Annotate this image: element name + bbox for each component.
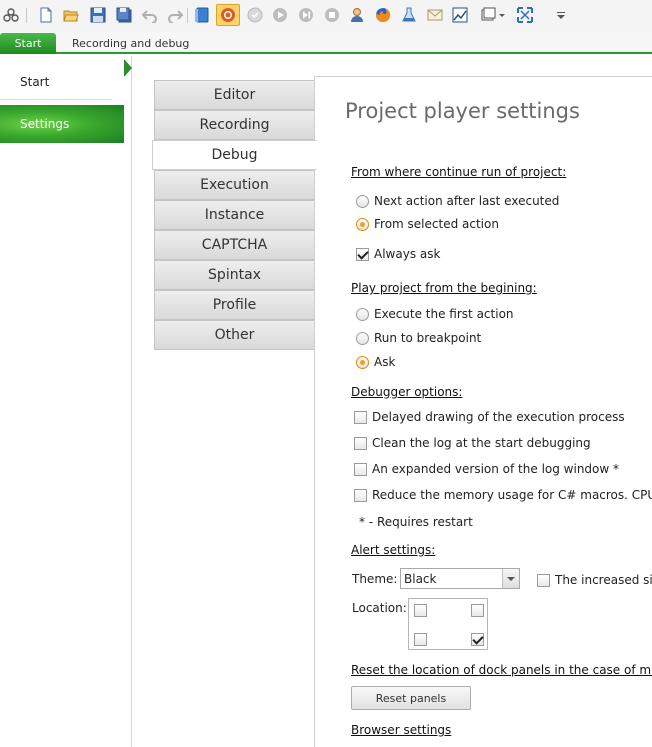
checkbox-label: Delayed drawing of the execution process <box>372 410 625 424</box>
save-icon[interactable] <box>89 6 107 24</box>
left-navigation: Start Settings <box>0 56 132 747</box>
radio-button[interactable] <box>356 217 369 231</box>
theme-label: Theme: <box>352 572 398 586</box>
checkbox-expanded-log[interactable]: An expanded version of the log window * <box>354 461 619 477</box>
checkbox-delayed-drawing[interactable]: Delayed drawing of the execution process <box>354 409 625 425</box>
window-layout-icon[interactable] <box>480 6 506 24</box>
category-captcha[interactable]: CAPTCHA <box>154 230 315 260</box>
section-browser-heading: Browser settings <box>351 723 452 737</box>
checkbox-clean-log[interactable]: Clean the log at the start debugging <box>354 435 591 451</box>
new-file-icon[interactable] <box>37 6 55 24</box>
flask-icon[interactable] <box>400 6 418 24</box>
section-alert-heading: Alert settings: <box>351 543 436 557</box>
envelope-icon[interactable] <box>426 6 444 24</box>
checkmark-circle-icon[interactable] <box>246 6 264 24</box>
open-folder-icon[interactable] <box>62 6 80 24</box>
radio-run-to-breakpoint[interactable]: Run to breakpoint <box>356 330 481 346</box>
checkbox[interactable] <box>537 573 550 587</box>
radio-label: Ask <box>374 355 396 369</box>
checkbox-label: Always ask <box>374 247 441 261</box>
settings-panel: Project player settings From where conti… <box>314 76 652 747</box>
location-top-left-checkbox[interactable] <box>414 604 427 617</box>
tab-start[interactable]: Start <box>0 33 56 54</box>
location-bottom-left-checkbox[interactable] <box>414 633 427 646</box>
section-continue-heading: From where continue run of project: <box>351 165 567 179</box>
play-icon[interactable] <box>271 6 289 24</box>
save-all-icon[interactable] <box>115 6 133 24</box>
tab-recording-and-debug[interactable]: Recording and debug <box>62 33 199 54</box>
undo-icon[interactable] <box>141 6 159 24</box>
restart-note: * - Requires restart <box>359 515 473 529</box>
radio-button[interactable] <box>356 331 369 345</box>
category-instance[interactable]: Instance <box>154 200 315 230</box>
checkbox-increased-size[interactable]: The increased size <box>537 572 652 588</box>
location-label: Location: <box>352 601 407 615</box>
category-spintax[interactable]: Spintax <box>154 260 315 290</box>
reset-panels-button[interactable]: Reset panels <box>351 686 471 710</box>
page-title: Project player settings <box>345 99 580 123</box>
checkbox[interactable] <box>354 462 367 476</box>
ribbon-tabbar: Start Recording and debug <box>0 32 652 54</box>
radio-label: Run to breakpoint <box>374 331 482 345</box>
record-icon[interactable] <box>216 4 240 26</box>
location-grid <box>408 598 488 650</box>
radio-label: Execute the first action <box>374 307 514 321</box>
radio-ask[interactable]: Ask <box>356 354 395 370</box>
theme-select[interactable]: Black <box>400 568 520 589</box>
radio-label: Next action after last executed <box>374 194 560 208</box>
more-icon[interactable] <box>552 6 570 24</box>
category-recording[interactable]: Recording <box>154 110 315 140</box>
category-editor[interactable]: Editor <box>154 80 315 110</box>
location-bottom-right-checkbox[interactable] <box>471 633 484 646</box>
checkbox-label: Clean the log at the start debugging <box>372 436 591 450</box>
toolbar <box>0 0 652 32</box>
section-play-heading: Play project from the begining: <box>351 281 537 295</box>
checkbox[interactable] <box>354 410 367 424</box>
radio-selected-action[interactable]: From selected action <box>356 216 499 232</box>
radio-execute-first[interactable]: Execute the first action <box>356 306 514 322</box>
location-top-right-checkbox[interactable] <box>471 604 484 617</box>
chart-icon[interactable] <box>451 6 469 24</box>
section-debugger-heading: Debugger options: <box>351 385 463 399</box>
section-reset-heading: Reset the location of dock panels in the… <box>351 663 652 677</box>
category-profile[interactable]: Profile <box>154 290 315 320</box>
chevron-down-icon[interactable] <box>502 569 519 588</box>
fullscreen-icon[interactable] <box>516 6 534 24</box>
redo-icon[interactable] <box>166 6 184 24</box>
radio-next-action[interactable]: Next action after last executed <box>356 193 559 209</box>
radio-label: From selected action <box>374 217 499 231</box>
category-execution[interactable]: Execution <box>154 170 315 200</box>
nav-selection-arrow <box>124 59 132 77</box>
radio-button[interactable] <box>356 307 369 321</box>
step-icon[interactable] <box>297 6 315 24</box>
checkbox-label: An expanded version of the log window * <box>372 462 620 476</box>
radio-button[interactable] <box>356 355 369 369</box>
nav-item-start[interactable]: Start <box>0 64 112 100</box>
checkbox[interactable] <box>356 247 369 261</box>
category-debug[interactable]: Debug <box>152 140 317 170</box>
settings-cluster-icon[interactable] <box>2 6 20 24</box>
checkbox-label: Reduce the memory usage for C# macros. C… <box>372 488 652 502</box>
checkbox[interactable] <box>354 488 367 502</box>
stop-icon[interactable] <box>323 6 341 24</box>
checkbox-always-ask[interactable]: Always ask <box>356 246 440 262</box>
book-icon[interactable] <box>193 6 211 24</box>
checkbox-label: The increased size <box>555 573 652 587</box>
theme-value: Black <box>404 572 437 586</box>
checkbox-reduce-memory[interactable]: Reduce the memory usage for C# macros. C… <box>354 487 652 503</box>
user-icon[interactable] <box>348 6 366 24</box>
nav-item-settings[interactable]: Settings <box>0 105 124 143</box>
firefox-icon[interactable] <box>374 6 392 24</box>
checkbox[interactable] <box>354 436 367 450</box>
category-other[interactable]: Other <box>154 320 315 350</box>
radio-button[interactable] <box>356 194 369 208</box>
